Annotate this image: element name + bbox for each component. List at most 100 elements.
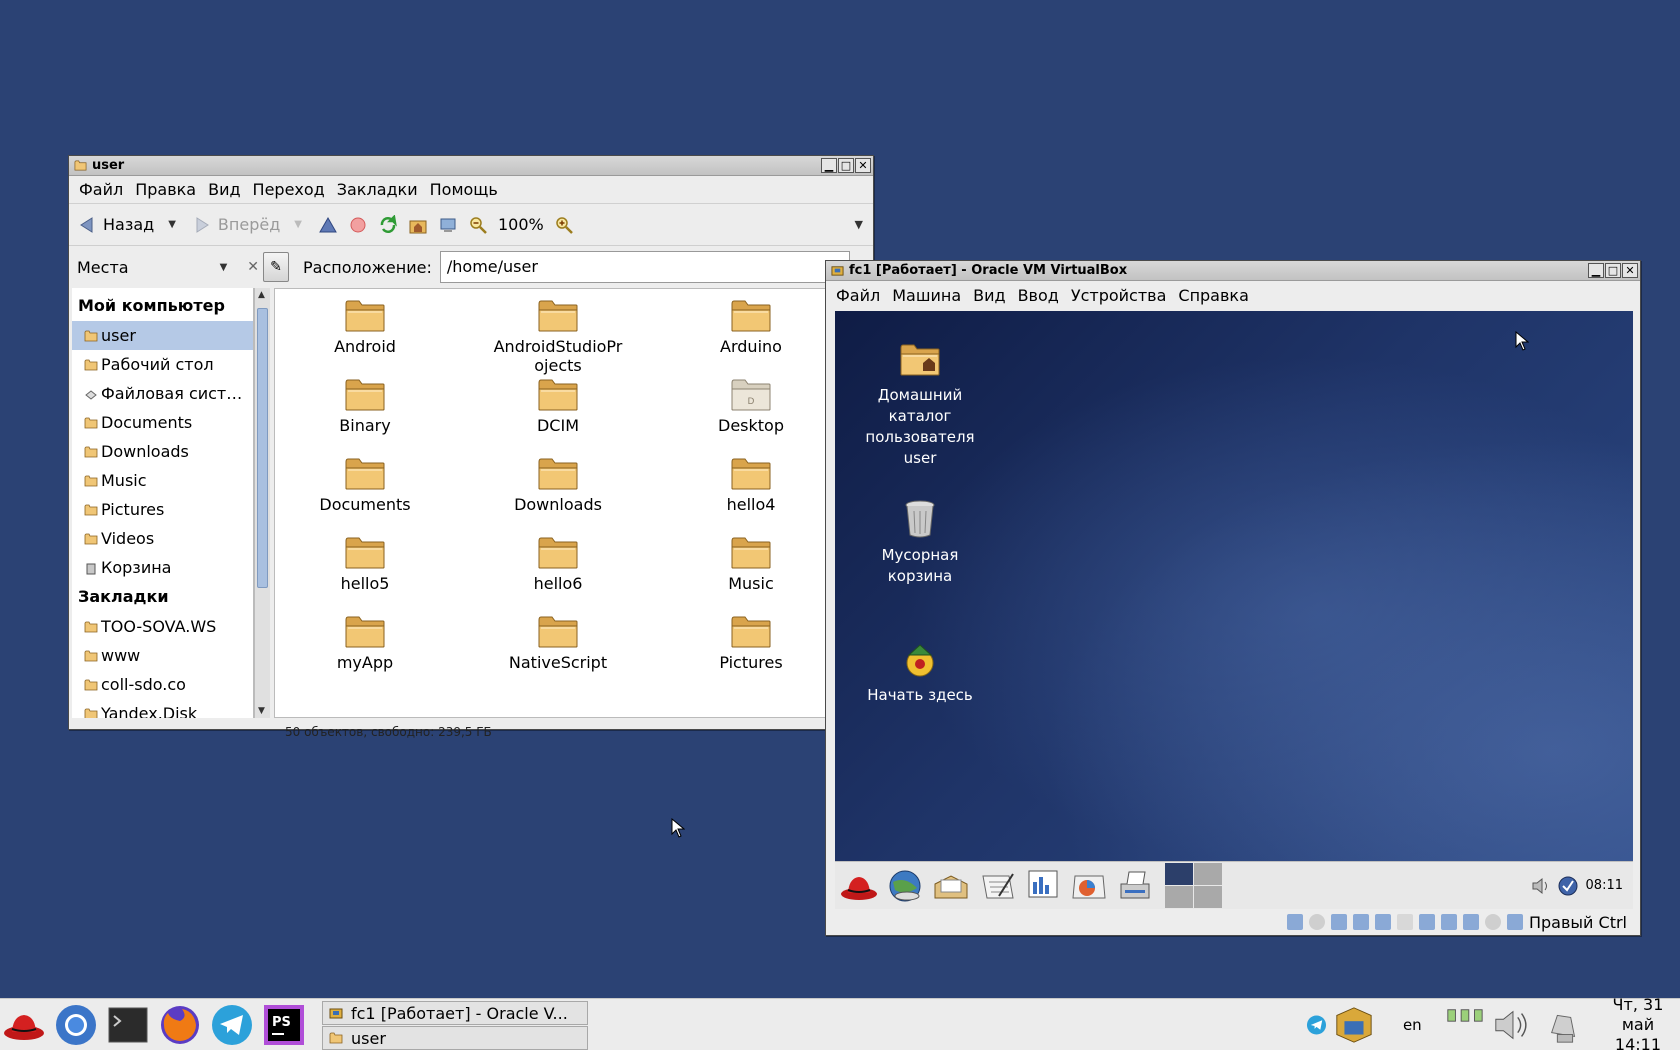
menu-bookmarks[interactable]: Закладки — [331, 180, 424, 199]
sidebar-bookmark[interactable]: coll-sdo.co — [72, 670, 253, 699]
cpu-icon[interactable] — [1462, 914, 1479, 930]
close-button[interactable]: ✕ — [855, 158, 871, 173]
file-item[interactable]: hello4 — [671, 455, 831, 514]
maximize-button[interactable]: □ — [838, 158, 854, 173]
mouse-integration-icon[interactable] — [1484, 914, 1501, 930]
sidebar-item-videos[interactable]: Videos — [72, 524, 253, 553]
web-browser-icon[interactable] — [885, 866, 925, 906]
video-capture-icon[interactable] — [1440, 914, 1457, 930]
virtualbox-tray-icon[interactable] — [1333, 1003, 1375, 1047]
sidebar-bookmark[interactable]: TOO-SOVA.WS — [72, 612, 253, 641]
zoom-out-icon[interactable] — [468, 215, 488, 235]
file-item[interactable]: Binary — [285, 376, 445, 435]
workspace-2[interactable] — [1194, 863, 1222, 885]
optical-drive-icon[interactable] — [1308, 914, 1325, 930]
menu-view[interactable]: Вид — [202, 180, 246, 199]
scrollbar-thumb[interactable] — [257, 308, 268, 588]
network-activity-icon[interactable] — [1444, 1005, 1486, 1045]
minimize-button[interactable]: ▁ — [821, 158, 837, 173]
volume-icon[interactable] — [1531, 876, 1553, 896]
close-button[interactable]: ✕ — [1622, 263, 1638, 278]
scroll-down-icon[interactable]: ▼ — [258, 706, 265, 716]
places-dropdown-icon[interactable]: ▼ — [220, 262, 228, 273]
computer-icon[interactable] — [438, 215, 458, 235]
home-icon[interactable] — [408, 215, 428, 235]
sidebar-item-trash[interactable]: Корзина — [72, 553, 253, 582]
clock[interactable]: Чт, 31 май 14:11 — [1596, 995, 1680, 1050]
file-item[interactable]: Downloads — [478, 455, 638, 514]
forward-button[interactable]: Вперёд ▼ — [192, 215, 302, 235]
menu-file[interactable]: Файл — [73, 180, 129, 199]
hard-disk-icon[interactable] — [1286, 914, 1303, 930]
sidebar-bookmark[interactable]: www — [72, 641, 253, 670]
file-item[interactable]: hello6 — [478, 534, 638, 593]
sidebar-item-user[interactable]: user — [72, 321, 253, 350]
stop-icon[interactable] — [348, 215, 368, 235]
sidebar-item-pictures[interactable]: Pictures — [72, 495, 253, 524]
telegram-icon[interactable] — [210, 1003, 254, 1047]
workspace-3[interactable] — [1165, 886, 1193, 908]
close-sidebar-icon[interactable]: ✕ — [247, 259, 259, 275]
redhat-menu-icon[interactable] — [2, 1003, 46, 1047]
vm-menu-file[interactable]: Файл — [830, 286, 886, 305]
toolbar-overflow-icon[interactable]: ▼ — [855, 218, 863, 231]
sidebar-scrollbar[interactable]: ▲ ▼ — [254, 288, 270, 718]
workspace-1[interactable] — [1165, 863, 1193, 885]
network-icon[interactable] — [1352, 914, 1369, 930]
update-status-icon[interactable] — [1557, 875, 1579, 897]
mail-icon[interactable] — [931, 866, 971, 906]
zoom-in-icon[interactable] — [554, 215, 574, 235]
presentation-icon[interactable] — [1023, 866, 1063, 906]
menu-go[interactable]: Переход — [247, 180, 331, 199]
power-icon[interactable] — [1544, 1003, 1582, 1047]
shared-folders-icon[interactable] — [1396, 914, 1413, 930]
vm-trash[interactable]: Мусорная корзина — [855, 499, 985, 587]
places-selector[interactable]: Места ▼ ✕ — [69, 258, 259, 277]
usb-icon[interactable] — [1374, 914, 1391, 930]
workspace-switcher[interactable] — [1165, 863, 1222, 908]
firefox-icon[interactable] — [158, 1003, 202, 1047]
back-dropdown-icon[interactable]: ▼ — [168, 219, 176, 230]
file-item[interactable]: NativeScript — [478, 613, 638, 672]
sidebar-bookmark[interactable]: Yandex.Disk — [72, 699, 253, 718]
sidebar-item-documents[interactable]: Documents — [72, 408, 253, 437]
task-file-manager[interactable]: user — [322, 1026, 588, 1050]
keyboard-capture-icon[interactable] — [1506, 914, 1523, 930]
up-icon[interactable] — [318, 215, 338, 235]
workspace-4[interactable] — [1194, 886, 1222, 908]
telegram-tray-icon[interactable] — [1306, 1014, 1327, 1036]
vm-display[interactable]: Домашний каталог пользователя user Мусор… — [835, 311, 1633, 861]
file-item[interactable]: Music — [671, 534, 831, 593]
vm-menu-machine[interactable]: Машина — [886, 286, 967, 305]
file-item[interactable]: myApp — [285, 613, 445, 672]
vm-home-folder[interactable]: Домашний каталог пользователя user — [855, 339, 985, 469]
back-button[interactable]: Назад ▼ — [77, 215, 176, 235]
sidebar-item-desktop[interactable]: Рабочий стол — [72, 350, 253, 379]
text-editor-icon[interactable] — [977, 866, 1017, 906]
menu-help[interactable]: Помощь — [424, 180, 504, 199]
redhat-menu-icon[interactable] — [839, 866, 879, 906]
file-item[interactable]: hello5 — [285, 534, 445, 593]
file-item[interactable]: Documents — [285, 455, 445, 514]
sidebar-item-downloads[interactable]: Downloads — [72, 437, 253, 466]
minimize-button[interactable]: ▁ — [1588, 263, 1604, 278]
sidebar-item-music[interactable]: Music — [72, 466, 253, 495]
keyboard-layout[interactable]: en — [1403, 1016, 1422, 1034]
file-item[interactable]: AndroidStudioPr ojects — [478, 297, 638, 375]
task-virtualbox[interactable]: fc1 [Работает] - Oracle V... — [322, 1001, 588, 1025]
file-item[interactable]: Android — [285, 297, 445, 356]
sidebar-item-filesystem[interactable]: Файловая сист… — [72, 379, 253, 408]
file-item[interactable]: DCIM — [478, 376, 638, 435]
vm-menu-input[interactable]: Ввод — [1012, 286, 1065, 305]
vm-menu-help[interactable]: Справка — [1172, 286, 1255, 305]
file-manager-titlebar[interactable]: user ▁ □ ✕ — [69, 156, 873, 176]
virtualbox-titlebar[interactable]: fc1 [Работает] - Oracle VM VirtualBox ▁ … — [826, 261, 1640, 281]
terminal-icon[interactable] — [106, 1003, 150, 1047]
file-item[interactable]: Pictures — [671, 613, 831, 672]
display-icon[interactable] — [1418, 914, 1435, 930]
chrome-icon[interactable] — [54, 1003, 98, 1047]
scroll-up-icon[interactable]: ▲ — [258, 290, 265, 300]
reload-icon[interactable] — [378, 214, 398, 235]
vm-menu-view[interactable]: Вид — [967, 286, 1011, 305]
spreadsheet-icon[interactable] — [1069, 866, 1109, 906]
